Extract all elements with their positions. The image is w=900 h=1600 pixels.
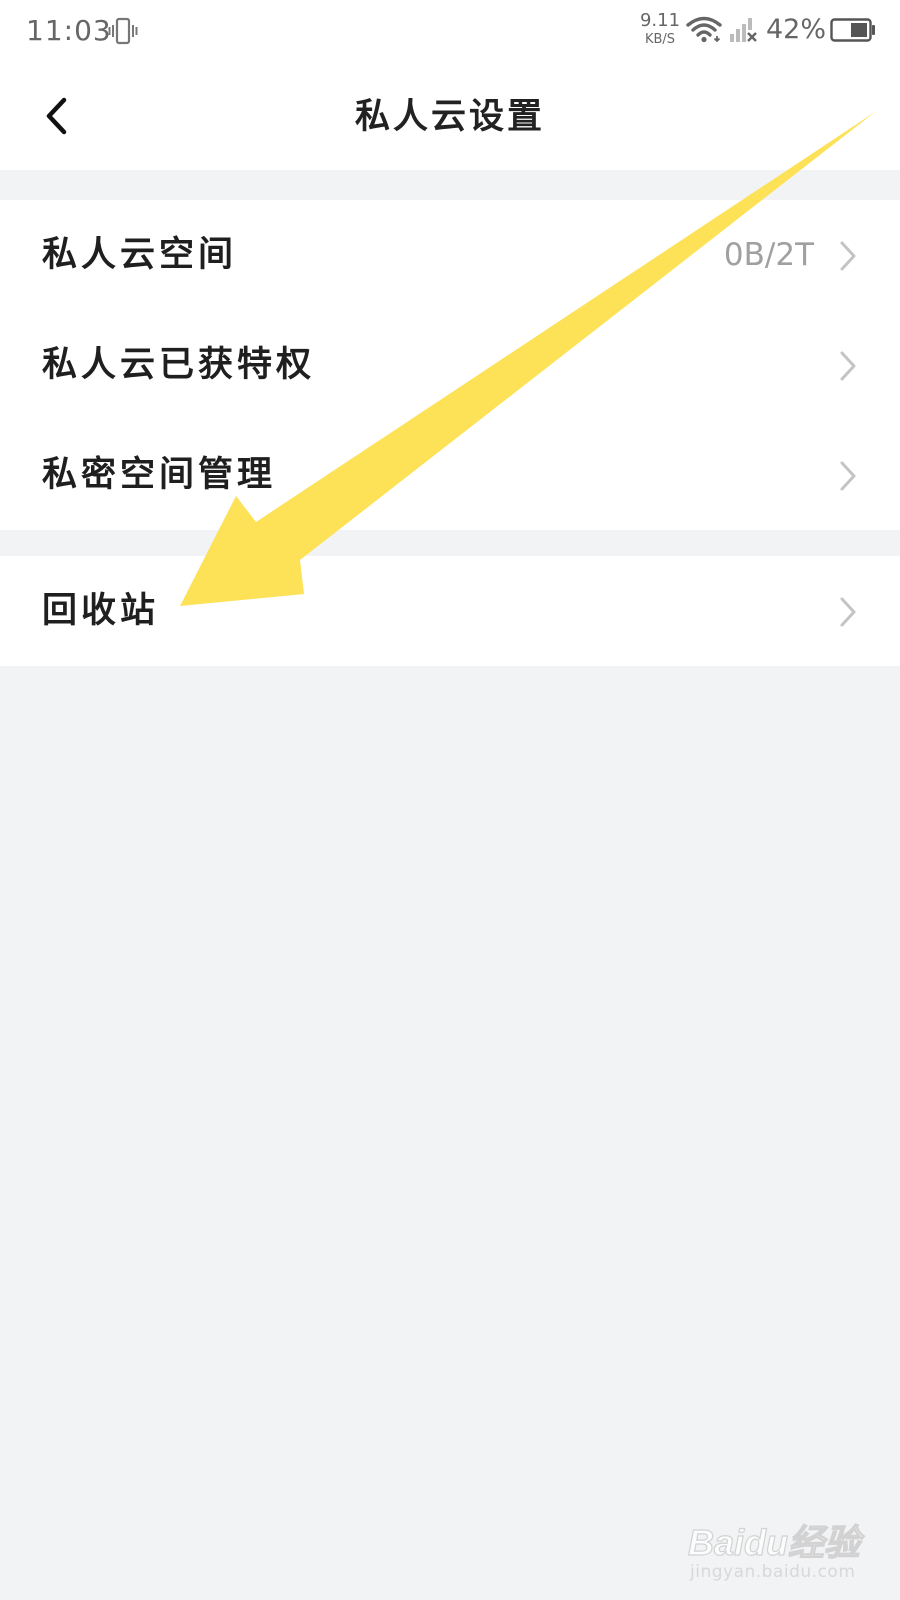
status-time: 11:03 [26,14,112,47]
row-label: 私密空间管理 [42,455,277,495]
back-button[interactable] [28,88,84,144]
battery-percent: 42% [766,14,827,45]
row-value: 0B/2T [723,237,814,273]
settings-row-recycle-bin[interactable]: 回收站 [0,556,900,666]
row-label: 回收站 [42,591,160,631]
chevron-right-icon [840,241,856,271]
watermark-url: jingyan.baidu.com [690,1562,856,1582]
baidu-watermark: Baidu经验 jingyan.baidu.com [687,1508,868,1588]
settings-group-recycle: 回收站 [0,556,900,666]
battery-icon [830,18,875,42]
row-label: 私人云空间 [42,235,238,275]
settings-row-cloud-space[interactable]: 私人云空间 0B/2T [0,200,900,310]
net-speed-unit: KB/S [644,32,676,47]
net-speed: 9.11 KB/S [636,10,684,47]
settings-row-private-space[interactable]: 私密空间管理 [0,420,900,530]
wifi-icon [686,16,722,43]
row-label: 私人云已获特权 [42,345,316,385]
screen: 11:03 9.11 KB/S 42% 私人云设置 私人云空间 0B/2T 私人… [0,0,900,1600]
vibrate-icon [108,17,138,45]
page-title: 私人云设置 [354,97,545,137]
chevron-right-icon [840,461,856,491]
chevron-right-icon [840,597,856,627]
watermark-logo: Baidu经验 [687,1521,861,1563]
settings-group-cloud: 私人云空间 0B/2T 私人云已获特权 私密空间管理 [0,200,900,530]
settings-row-cloud-privileges[interactable]: 私人云已获特权 [0,310,900,420]
chevron-left-icon [46,97,67,135]
status-bar: 11:03 9.11 KB/S 42% [0,0,900,64]
net-speed-value: 9.11 [639,10,681,31]
signal-icon [730,18,757,42]
app-header: 私人云设置 [0,64,900,170]
chevron-right-icon [840,351,856,381]
